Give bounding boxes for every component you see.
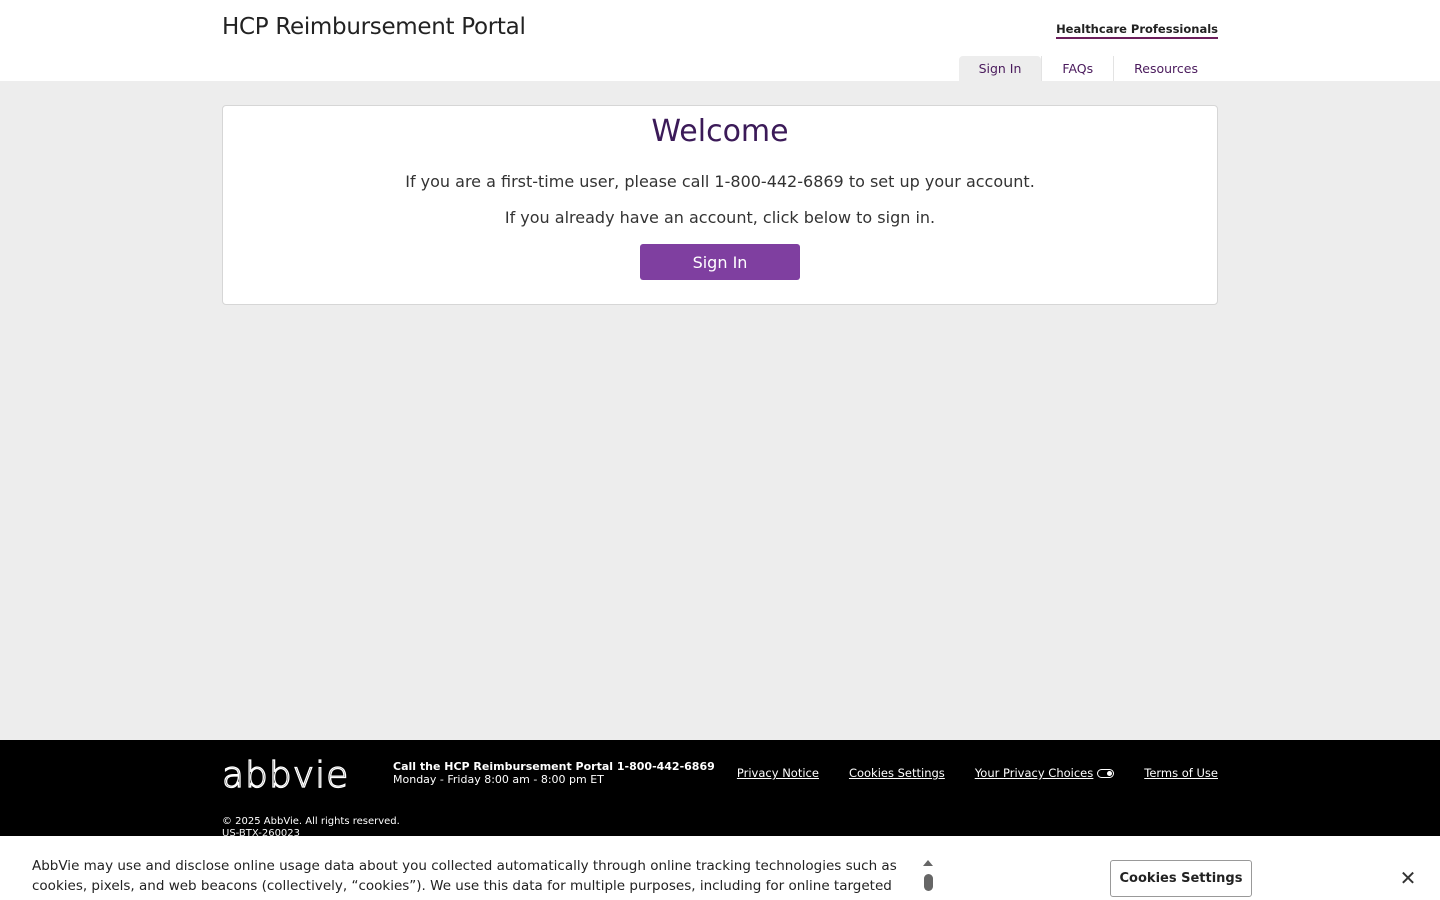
- privacy-notice-link[interactable]: Privacy Notice: [737, 766, 819, 780]
- cookie-banner-text: AbbVie may use and disclose online usage…: [32, 858, 897, 894]
- nav-tabs: Sign In FAQs Resources: [958, 56, 1218, 81]
- cookies-settings-button[interactable]: Cookies Settings: [1110, 860, 1252, 897]
- cookies-settings-link[interactable]: Cookies Settings: [849, 766, 945, 780]
- your-privacy-choices-link[interactable]: Your Privacy Choices: [974, 766, 1115, 780]
- existing-account-text: If you already have an account, click be…: [504, 208, 936, 227]
- your-privacy-choices-label: Your Privacy Choices: [974, 766, 1094, 780]
- welcome-card: Welcome If you are a first-time user, pl…: [222, 105, 1218, 305]
- sign-in-button[interactable]: Sign In: [640, 244, 800, 280]
- call-info: Call the HCP Reimbursement Portal 1-800-…: [393, 760, 715, 786]
- healthcare-professionals-link[interactable]: Healthcare Professionals: [1056, 22, 1218, 39]
- site-title: HCP Reimbursement Portal: [222, 14, 526, 40]
- privacy-choices-icon: [1097, 768, 1115, 778]
- tab-resources[interactable]: Resources: [1113, 56, 1218, 81]
- scroll-up-arrow-icon[interactable]: [923, 860, 933, 866]
- site-header: HCP Reimbursement Portal Healthcare Prof…: [0, 0, 1440, 81]
- scrollbar-thumb[interactable]: [924, 874, 933, 891]
- cookie-banner: AbbVie may use and disclose online usage…: [0, 836, 1440, 900]
- call-hours: Monday - Friday 8:00 am - 8:00 pm ET: [393, 773, 604, 786]
- tab-sign-in[interactable]: Sign In: [958, 56, 1042, 81]
- welcome-title: Welcome: [651, 114, 789, 149]
- close-icon[interactable]: ✕: [1398, 868, 1418, 888]
- call-heading: Call the HCP Reimbursement Portal 1-800-…: [393, 760, 715, 773]
- abbvie-logo: abbvie: [221, 755, 350, 796]
- copyright-text: © 2025 AbbVie. All rights reserved.: [222, 816, 400, 827]
- footer-links: Privacy Notice Cookies Settings Your Pri…: [737, 766, 1218, 780]
- first-time-user-text: If you are a first-time user, please cal…: [405, 172, 1035, 191]
- tab-faqs[interactable]: FAQs: [1041, 56, 1113, 81]
- terms-of-use-link[interactable]: Terms of Use: [1144, 766, 1218, 780]
